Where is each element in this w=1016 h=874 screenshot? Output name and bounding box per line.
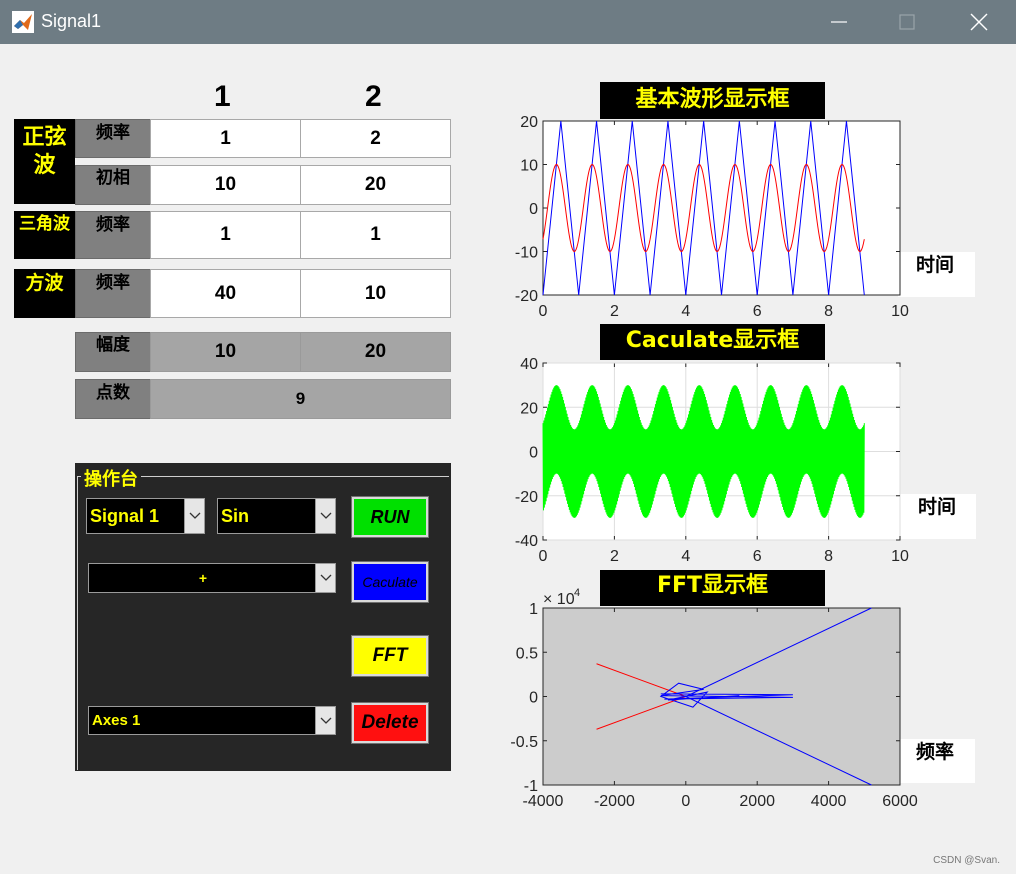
caculate-button[interactable]: Caculate	[351, 561, 429, 603]
x-tick-label: 0	[681, 793, 690, 810]
y-tick-label: -40	[515, 533, 538, 550]
sine-section-label: 正弦 波	[14, 119, 75, 204]
y-tick-label: 20	[520, 400, 538, 417]
x-tick-label: 6	[753, 303, 762, 320]
signal-select[interactable]: Signal 1	[86, 498, 205, 534]
caculate-plot[interactable]: 0 2 4 6 8 10 40 20 0 -20 -40	[500, 355, 940, 570]
sin-freq-2-input[interactable]: 2	[300, 119, 451, 158]
x-tick-label: -4000	[523, 793, 564, 810]
y-tick-label: -0.5	[510, 734, 538, 751]
axes-select-value: Axes 1	[92, 712, 141, 729]
signal-select-value: Signal 1	[90, 505, 160, 526]
column-header-1: 1	[214, 80, 231, 113]
x-tick-label: 6000	[882, 793, 918, 810]
fft-plot[interactable]: -4000 -2000 0 2000 4000 6000 1 0.5 0 -0.5 -1 × 10 4	[500, 585, 940, 815]
x-tick-label: 10	[891, 303, 909, 320]
fft-button[interactable]: FFT	[351, 635, 429, 677]
operation-select-value: +	[198, 570, 208, 586]
chevron-down-icon[interactable]	[315, 707, 335, 734]
watermark: CSDN @Svan.	[933, 855, 1000, 866]
y-exponent-label: × 10	[543, 591, 575, 608]
axes-select[interactable]: Axes 1	[88, 706, 336, 735]
y-tick-label: 0	[529, 201, 538, 218]
x-tick-label: 8	[824, 303, 833, 320]
basic-waveform-plot[interactable]: 0 2 4 6 8 10 20 10 0 -10 -20	[500, 110, 940, 325]
sin-freq-label: 频率	[75, 119, 151, 158]
x-tick-label: 2	[610, 303, 619, 320]
column-header-2: 2	[365, 80, 382, 113]
plot-area	[542, 120, 901, 296]
y-tick-label: -10	[515, 245, 538, 262]
sq-freq-2-input[interactable]: 10	[300, 269, 451, 318]
amplitude-1-input[interactable]: 10	[150, 332, 301, 372]
title-bar: Signal1	[0, 0, 1016, 44]
points-input[interactable]: 9	[150, 379, 451, 419]
amplitude-2-input[interactable]: 20	[300, 332, 451, 372]
sin-phase-1-input[interactable]: 10	[150, 165, 301, 205]
y-tick-label: 1	[529, 601, 538, 618]
y-exponent-power: 4	[574, 587, 580, 599]
sq-freq-label: 频率	[75, 269, 151, 318]
x-tick-label: 2000	[739, 793, 775, 810]
operation-select[interactable]: +	[88, 563, 336, 593]
x-tick-label: 4	[681, 548, 690, 565]
points-label: 点数	[75, 379, 151, 419]
y-tick-label: 40	[520, 356, 538, 373]
x-tick-label: 0	[539, 303, 548, 320]
x-tick-label: -2000	[594, 793, 635, 810]
x-tick-label: 2	[610, 548, 619, 565]
x-tick-label: 10	[891, 548, 909, 565]
chevron-down-icon[interactable]	[315, 499, 335, 533]
window-title: Signal1	[41, 11, 102, 31]
app-window: Signal1 1 2 正弦 波 三角波 方波 频率 1 2 初相 10 20 …	[0, 0, 1016, 874]
y-tick-label: -20	[515, 288, 538, 305]
y-tick-label: 20	[520, 114, 538, 131]
minimize-button[interactable]	[816, 7, 862, 37]
chevron-down-icon[interactable]	[315, 564, 335, 592]
x-tick-label: 4	[681, 303, 690, 320]
tri-freq-2-input[interactable]: 1	[300, 211, 451, 259]
wave-select-value: Sin	[221, 505, 250, 526]
sin-freq-1-input[interactable]: 1	[150, 119, 301, 158]
sq-freq-1-input[interactable]: 40	[150, 269, 301, 318]
sin-phase-2-input[interactable]: 20	[300, 165, 451, 205]
matlab-icon	[12, 11, 34, 33]
y-tick-label: 0.5	[516, 645, 538, 662]
sin-phase-label: 初相	[75, 165, 151, 205]
run-button[interactable]: RUN	[351, 496, 429, 538]
square-section-label: 方波	[14, 269, 75, 318]
amplitude-label: 幅度	[75, 332, 151, 372]
x-tick-label: 8	[824, 548, 833, 565]
console-panel-title: 操作台	[81, 465, 141, 491]
y-tick-label: 10	[520, 158, 538, 175]
tri-freq-1-input[interactable]: 1	[150, 211, 301, 259]
y-tick-label: -20	[515, 489, 538, 506]
maximize-button[interactable]	[884, 7, 930, 37]
delete-button[interactable]: Delete	[351, 702, 429, 744]
x-tick-label: 6	[753, 548, 762, 565]
tri-freq-label: 频率	[75, 211, 151, 259]
triangle-section-label: 三角波	[14, 211, 75, 259]
x-tick-label: 0	[539, 548, 548, 565]
y-tick-label: -1	[524, 778, 538, 795]
y-tick-label: 0	[529, 690, 538, 707]
close-button[interactable]	[956, 7, 1002, 37]
wave-select[interactable]: Sin	[217, 498, 336, 534]
x-tick-label: 4000	[811, 793, 847, 810]
y-tick-label: 0	[529, 445, 538, 462]
chevron-down-icon[interactable]	[184, 499, 204, 533]
